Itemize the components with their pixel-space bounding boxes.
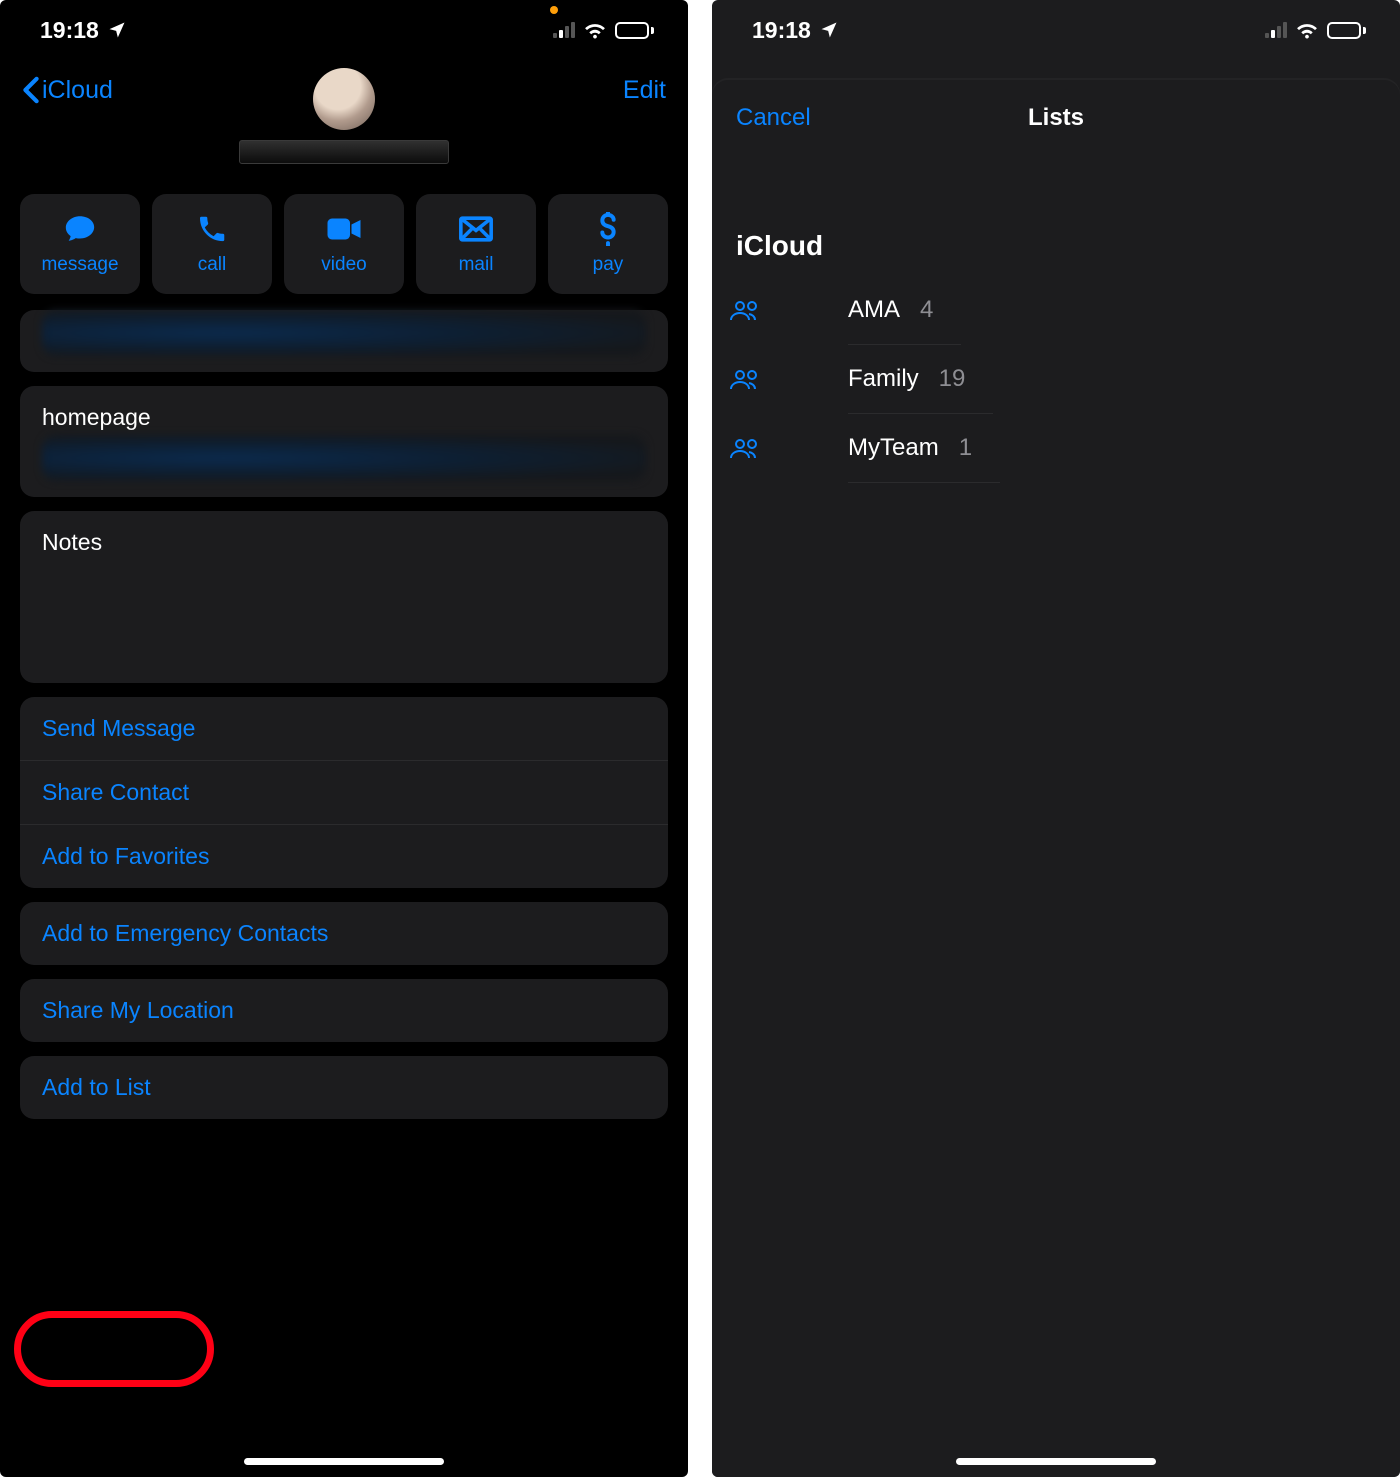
info-field-redacted xyxy=(20,310,668,372)
phone-icon xyxy=(196,212,228,246)
cell-signal-icon xyxy=(553,22,575,38)
status-time: 19:18 xyxy=(40,17,99,44)
mail-icon xyxy=(458,212,494,246)
battery-icon xyxy=(615,22,654,39)
message-button[interactable]: message xyxy=(20,194,140,294)
homepage-card[interactable]: homepage xyxy=(20,386,668,497)
list-item[interactable]: Family 19 xyxy=(712,345,1400,414)
list-name: Family xyxy=(848,365,919,393)
home-indicator[interactable] xyxy=(956,1458,1156,1465)
pay-label: pay xyxy=(593,254,624,276)
status-time: 19:18 xyxy=(752,17,811,44)
home-indicator[interactable] xyxy=(244,1458,444,1465)
location-icon xyxy=(107,20,127,40)
add-to-list-card: Add to List xyxy=(20,1056,668,1119)
emergency-card: Add to Emergency Contacts xyxy=(20,902,668,965)
contact-avatar[interactable] xyxy=(313,68,375,130)
mic-indicator-dot xyxy=(550,6,558,14)
video-icon xyxy=(326,212,362,246)
video-label: video xyxy=(321,254,366,276)
group-icon xyxy=(712,438,780,460)
group-icon xyxy=(712,369,780,391)
message-icon xyxy=(62,212,98,246)
list-name: AMA xyxy=(848,296,900,324)
sheet-header: Cancel Lists xyxy=(712,80,1400,152)
section-header-icloud: iCloud xyxy=(712,152,1400,276)
status-bar: 19:18 xyxy=(712,0,1400,60)
message-label: message xyxy=(41,254,118,276)
edit-button[interactable]: Edit xyxy=(623,76,666,105)
notes-card[interactable]: Notes xyxy=(20,511,668,683)
add-emergency-button[interactable]: Add to Emergency Contacts xyxy=(20,902,668,965)
status-bar: 19:18 xyxy=(0,0,688,60)
back-label: iCloud xyxy=(42,76,113,105)
location-icon xyxy=(819,20,839,40)
send-message-button[interactable]: Send Message xyxy=(20,697,668,761)
lists-sheet: Cancel Lists iCloud AMA 4 Family xyxy=(712,80,1400,1477)
mail-button[interactable]: mail xyxy=(416,194,536,294)
pay-button[interactable]: pay xyxy=(548,194,668,294)
homepage-label: homepage xyxy=(20,386,668,437)
list-item[interactable]: AMA 4 xyxy=(712,276,1400,345)
list-count: 4 xyxy=(920,296,937,324)
call-label: call xyxy=(198,254,227,276)
annotation-highlight xyxy=(14,1311,214,1387)
share-location-button[interactable]: Share My Location xyxy=(20,979,668,1042)
lists-list: AMA 4 Family 19 MyTeam 1 xyxy=(712,276,1400,483)
notes-label: Notes xyxy=(42,529,102,555)
back-button[interactable]: iCloud xyxy=(22,76,113,105)
right-phone: 19:18 Cancel Lists iCloud xyxy=(712,0,1400,1477)
list-count: 19 xyxy=(939,365,970,393)
list-count: 1 xyxy=(959,434,976,462)
group-icon xyxy=(712,300,780,322)
cancel-button[interactable]: Cancel xyxy=(736,104,856,132)
cell-signal-icon xyxy=(1265,22,1287,38)
contact-name-redacted xyxy=(239,140,449,164)
share-contact-button[interactable]: Share Contact xyxy=(20,761,668,825)
wifi-icon xyxy=(583,20,607,40)
quick-action-row: message call video mail pay xyxy=(0,164,688,310)
left-phone: 19:18 iCloud Edit xyxy=(0,0,688,1477)
battery-icon xyxy=(1327,22,1366,39)
call-button[interactable]: call xyxy=(152,194,272,294)
location-card: Share My Location xyxy=(20,979,668,1042)
mail-label: mail xyxy=(459,254,494,276)
share-actions-card: Send Message Share Contact Add to Favori… xyxy=(20,697,668,888)
wifi-icon xyxy=(1295,20,1319,40)
add-favorites-button[interactable]: Add to Favorites xyxy=(20,825,668,888)
pay-icon xyxy=(597,212,619,246)
sheet-title: Lists xyxy=(856,104,1256,132)
video-button[interactable]: video xyxy=(284,194,404,294)
list-item[interactable]: MyTeam 1 xyxy=(712,414,1400,483)
add-to-list-button[interactable]: Add to List xyxy=(20,1056,668,1119)
list-name: MyTeam xyxy=(848,434,939,462)
